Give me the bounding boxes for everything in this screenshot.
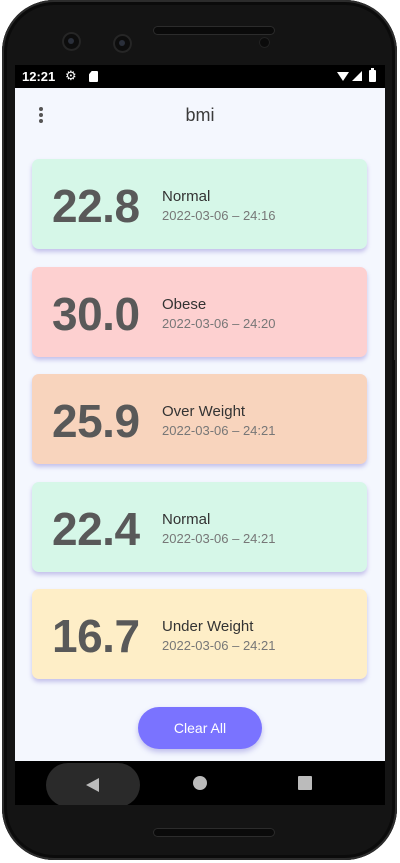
status-bar: 12:21 ⚙ — [15, 65, 385, 88]
bmi-status: Normal — [162, 511, 211, 528]
recents-icon[interactable] — [298, 776, 312, 790]
bmi-status: Over Weight — [162, 403, 246, 420]
bmi-value: 22.8 — [52, 180, 140, 232]
clear-all-button[interactable]: Clear All — [138, 707, 262, 749]
bmi-status: Obese — [162, 296, 207, 313]
bmi-date: 2022-03-06 – 24:21 — [162, 638, 276, 653]
home-icon[interactable] — [193, 776, 207, 790]
gear-icon: ⚙ — [65, 68, 77, 83]
bmi-record-card[interactable]: 22.4 Normal 2022-03-06 – 24:21 — [32, 482, 367, 572]
back-icon — [86, 778, 99, 792]
bmi-record-card[interactable]: 25.9 Over Weight 2022-03-06 – 24:21 — [32, 374, 367, 464]
bmi-status: Normal — [162, 188, 211, 205]
page-title: bmi — [185, 105, 215, 125]
battery-icon — [369, 68, 376, 82]
signal-icon — [352, 71, 362, 81]
app-screen: 12:21 ⚙ bmi 22.8 Normal 2022-03-06 – 24:… — [15, 65, 385, 805]
system-nav-bar — [15, 761, 385, 805]
back-button[interactable] — [46, 763, 140, 805]
bmi-status: Under Weight — [162, 618, 254, 635]
bmi-date: 2022-03-06 – 24:21 — [162, 423, 276, 438]
bmi-record-card[interactable]: 22.8 Normal 2022-03-06 – 24:16 — [32, 159, 367, 249]
bmi-record-card[interactable]: 30.0 Obese 2022-03-06 – 24:20 — [32, 267, 367, 357]
bmi-date: 2022-03-06 – 24:16 — [162, 208, 276, 223]
earpiece-speaker — [153, 26, 275, 35]
bmi-date: 2022-03-06 – 24:21 — [162, 531, 276, 546]
app-bar: bmi — [15, 88, 385, 142]
sd-card-icon — [89, 71, 98, 82]
phone-frame: 12:21 ⚙ bmi 22.8 Normal 2022-03-06 – 24:… — [2, 0, 397, 860]
status-time: 12:21 — [22, 69, 56, 84]
side-button — [394, 300, 397, 360]
bmi-record-card[interactable]: 16.7 Under Weight 2022-03-06 – 24:21 — [32, 589, 367, 679]
front-camera — [62, 32, 81, 51]
bmi-value: 22.4 — [52, 503, 140, 555]
bmi-value: 16.7 — [52, 610, 140, 662]
bmi-value: 25.9 — [52, 395, 140, 447]
proximity-sensor — [259, 37, 270, 48]
bmi-value: 30.0 — [52, 288, 140, 340]
front-camera-secondary — [113, 34, 132, 53]
wifi-icon — [337, 72, 349, 81]
bottom-speaker — [153, 828, 275, 837]
bmi-date: 2022-03-06 – 24:20 — [162, 316, 276, 331]
